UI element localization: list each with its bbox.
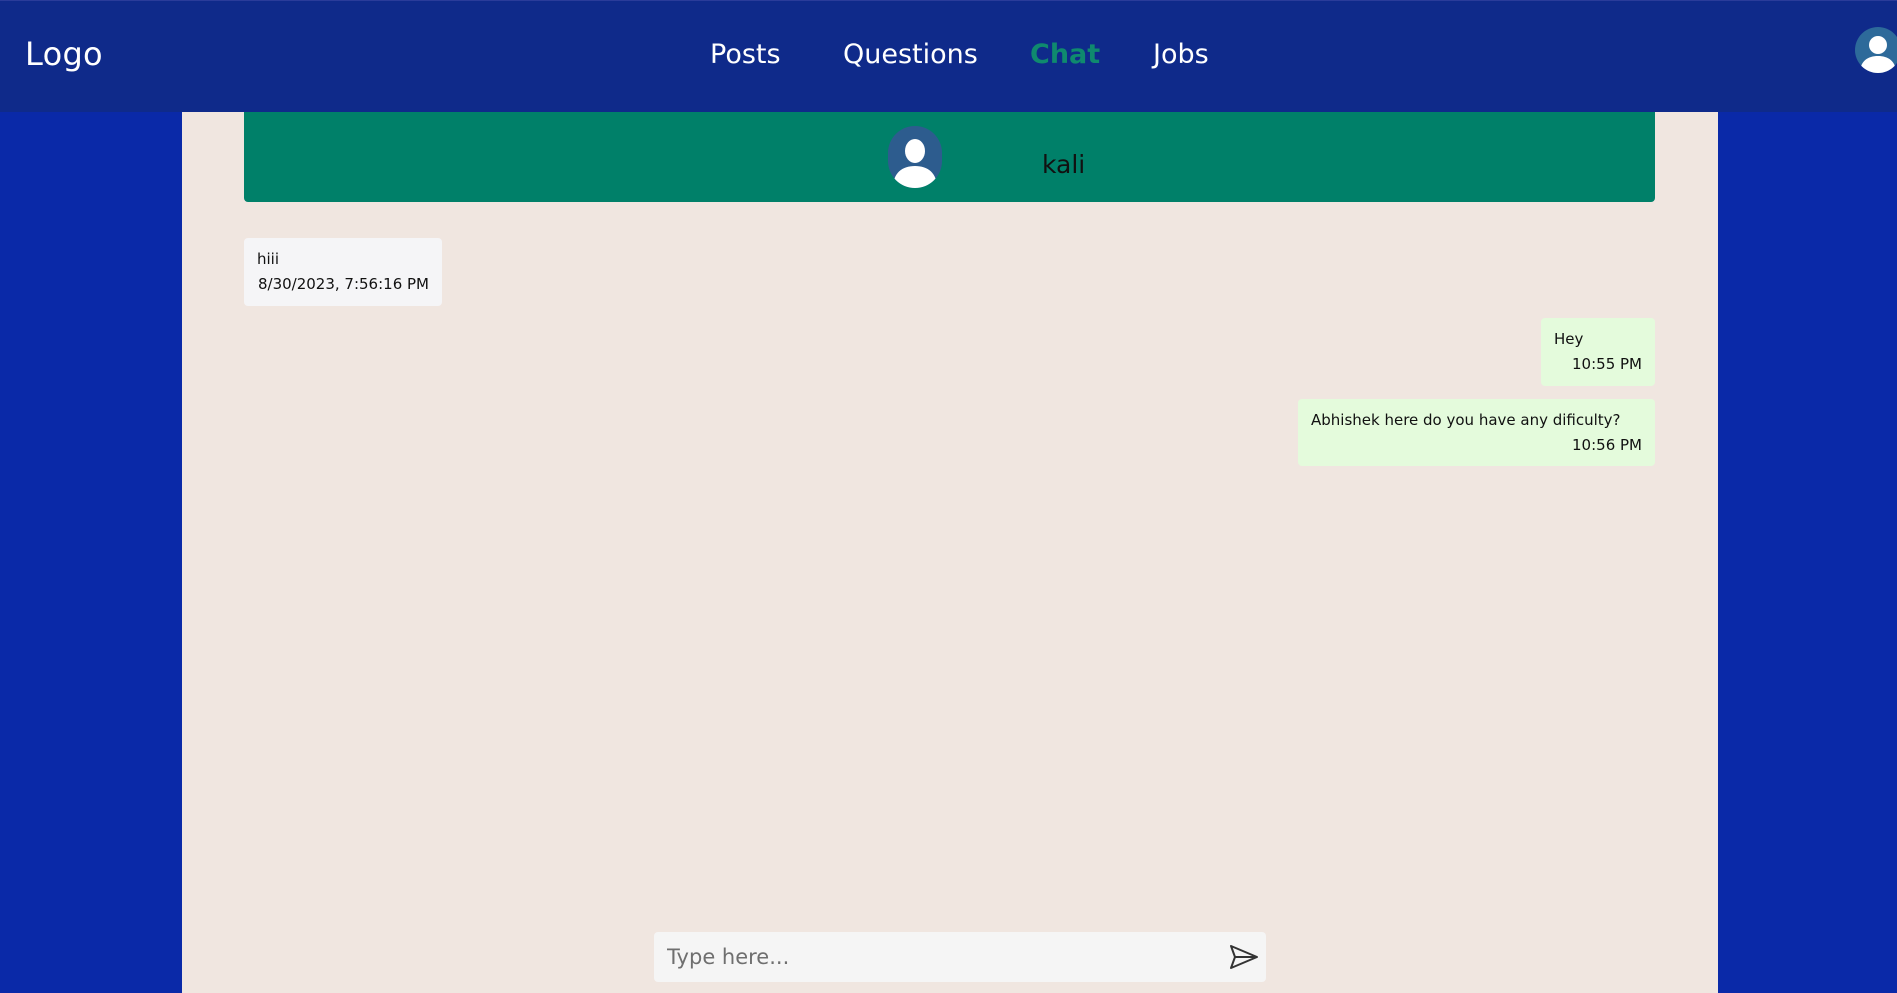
nav-links: Posts Questions Chat Jobs [0, 39, 1897, 75]
profile-avatar-button[interactable] [1855, 27, 1897, 73]
message-incoming: hiii 8/30/2023, 7:56:16 PM [244, 238, 442, 306]
contact-name: kali [1042, 150, 1086, 179]
nav-link-chat[interactable]: Chat [1030, 39, 1100, 70]
message-text: Abhishek here do you have any dificulty? [1311, 411, 1621, 429]
user-avatar-icon [1860, 36, 1896, 73]
send-icon [1230, 945, 1258, 969]
message-time: 10:56 PM [1572, 436, 1642, 454]
message-composer [654, 932, 1266, 982]
message-text: hiii [257, 250, 280, 268]
contact-avatar[interactable] [888, 126, 942, 188]
message-text: Hey [1554, 330, 1584, 348]
send-button[interactable] [1228, 942, 1260, 972]
message-time: 8/30/2023, 7:56:16 PM [257, 275, 429, 293]
message-outgoing: Hey 10:55 PM [1541, 318, 1655, 386]
user-avatar-icon [893, 139, 937, 188]
message-input[interactable] [654, 932, 1214, 982]
nav-link-posts[interactable]: Posts [710, 39, 781, 70]
message-outgoing: Abhishek here do you have any dificulty?… [1298, 399, 1655, 466]
top-navbar: Logo Posts Questions Chat Jobs [0, 0, 1897, 112]
chat-header: kali [244, 112, 1655, 202]
nav-link-jobs[interactable]: Jobs [1153, 39, 1209, 70]
nav-link-questions[interactable]: Questions [843, 39, 978, 70]
chat-panel: kali hiii 8/30/2023, 7:56:16 PM Hey 10:5… [182, 112, 1718, 993]
message-time: 10:55 PM [1572, 355, 1642, 373]
